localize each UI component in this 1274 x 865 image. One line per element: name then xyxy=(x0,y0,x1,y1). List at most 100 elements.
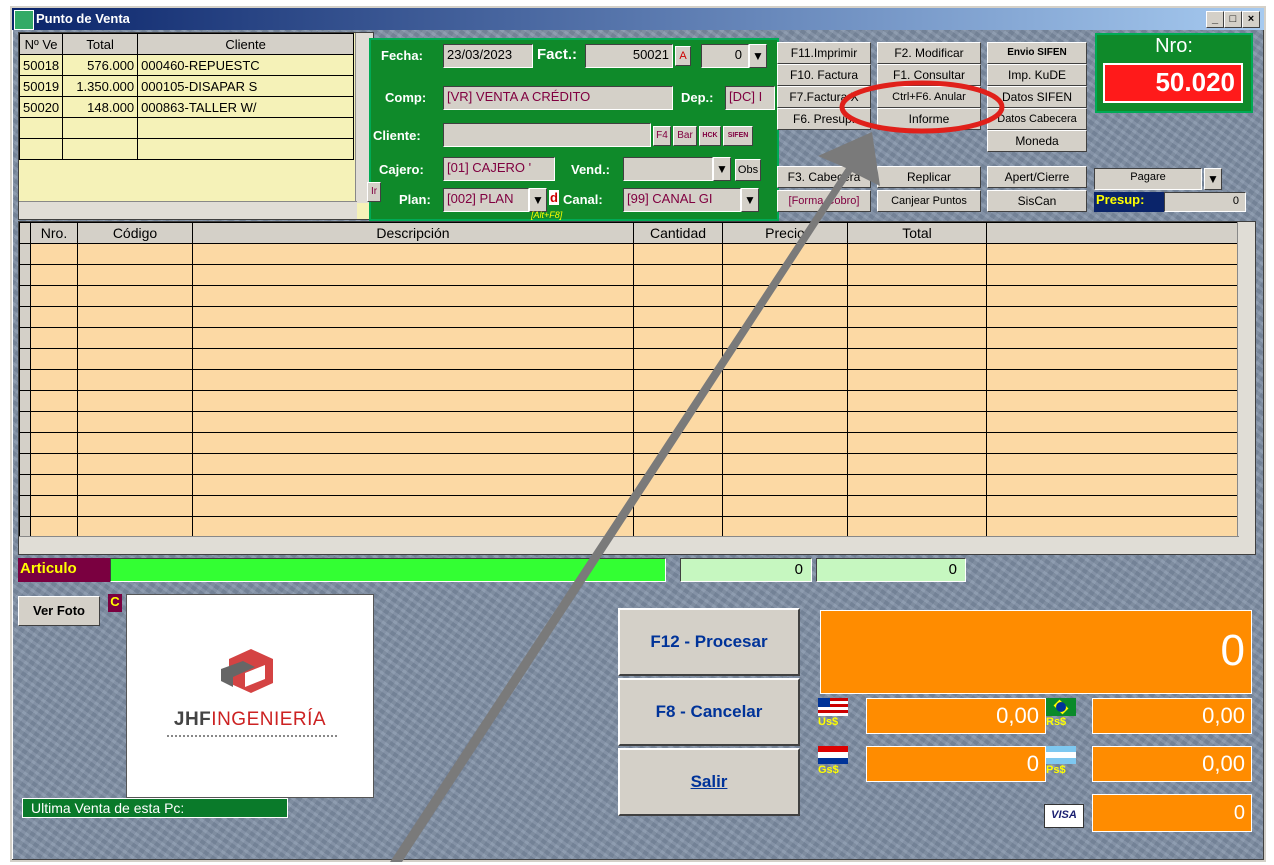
fact-dropdown-icon[interactable]: ▼ xyxy=(749,44,767,68)
table-row[interactable]: 50019 1.350.000 000105-DISAPAR S xyxy=(18,75,354,97)
fact-combo[interactable]: 0 xyxy=(701,44,749,68)
comp-label: Comp: xyxy=(385,90,427,105)
table-row[interactable] xyxy=(19,411,1239,433)
table-row[interactable]: 50020 148.000 000863-TALLER W/ xyxy=(18,96,354,118)
vend-label: Vend.: xyxy=(571,162,611,177)
articulo-input[interactable] xyxy=(110,558,666,582)
cajero-field[interactable]: [01] CAJERO ' xyxy=(443,157,555,181)
table-row[interactable] xyxy=(19,432,1239,454)
f1-consultar-button[interactable]: F1. Consultar xyxy=(877,64,981,86)
table-row[interactable] xyxy=(19,369,1239,391)
apert-cierre-button[interactable]: Apert/Cierre xyxy=(987,166,1087,188)
f7-factura-x-button[interactable]: F7.Factura X xyxy=(777,86,871,108)
table-row[interactable]: 50018 576.000 000460-REPUESTC xyxy=(18,54,354,76)
obs-button[interactable]: Obs xyxy=(735,159,761,181)
cell: 000460-REPUESTC xyxy=(137,54,354,76)
table-row[interactable] xyxy=(19,474,1239,496)
plan-field[interactable]: [002] PLAN xyxy=(443,188,529,212)
datos-cabecera-button[interactable]: Datos Cabecera xyxy=(987,108,1087,130)
col-precio: Precio xyxy=(722,222,848,244)
items-horizontal-scrollbar[interactable] xyxy=(19,536,1239,554)
plan-label: Plan: xyxy=(399,192,431,207)
vend-field[interactable] xyxy=(623,157,713,181)
items-grid[interactable]: Nro. Código Descripción Cantidad Precio … xyxy=(18,221,1256,555)
imp-kude-button[interactable]: Imp. KuDE xyxy=(987,64,1087,86)
f11-imprimir-button[interactable]: F11.Imprimir xyxy=(777,42,871,64)
table-row[interactable] xyxy=(19,495,1239,517)
us-flag-icon: Us$ xyxy=(818,698,864,734)
envio-sifen-button[interactable]: Envio SIFEN xyxy=(987,42,1087,64)
sales-grid[interactable]: Nº Ve Total Cliente 50018 576.000 000460… xyxy=(18,32,374,220)
fecha-field[interactable]: 23/03/2023 xyxy=(443,44,533,68)
ultima-venta-label: Ultima Venta de esta Pc: xyxy=(22,798,288,818)
datos-sifen-button[interactable]: Datos SIFEN xyxy=(987,86,1087,108)
presup-field[interactable]: 0 xyxy=(1164,192,1246,212)
sifen-button[interactable]: SIFEN xyxy=(723,126,753,146)
fact-series-button[interactable]: A xyxy=(675,46,691,66)
ver-foto-button[interactable]: Ver Foto xyxy=(18,596,100,626)
canjear-puntos-button[interactable]: Canjear Puntos xyxy=(877,190,981,212)
siscan-button[interactable]: SisCan xyxy=(987,190,1087,212)
maximize-button[interactable]: □ xyxy=(1224,11,1242,28)
salir-button[interactable]: Salir xyxy=(618,748,800,816)
visa-icon: VISA xyxy=(1044,804,1084,828)
header-form-panel: Fecha: 23/03/2023 Fact.: 50021 A 0 ▼ Com… xyxy=(369,38,779,221)
close-button[interactable]: × xyxy=(1242,11,1260,28)
table-row[interactable] xyxy=(19,306,1239,328)
informe-button[interactable]: Informe xyxy=(877,108,981,130)
col-nro: Nro. xyxy=(30,222,78,244)
logo-text: JHFINGENIERÍA xyxy=(173,709,327,730)
fact-field[interactable]: 50021 xyxy=(585,44,673,68)
hck-button[interactable]: HCK xyxy=(699,126,721,146)
alt-f8-hint: [Alt+F8] xyxy=(531,210,563,220)
title-bar: Punto de Venta _ □ × xyxy=(12,8,1264,30)
col-codigo: Código xyxy=(77,222,193,244)
table-row[interactable] xyxy=(19,453,1239,475)
ir-button[interactable]: Ir xyxy=(367,182,381,202)
canal-label: Canal: xyxy=(563,192,603,207)
cliente-label: Cliente: xyxy=(373,128,421,143)
minimize-button[interactable]: _ xyxy=(1206,11,1224,28)
table-row[interactable] xyxy=(19,243,1239,265)
pagare-field[interactable]: Pagare xyxy=(1094,168,1202,190)
nro-value: 50.020 xyxy=(1103,63,1243,103)
canal-field[interactable]: [99] CANAL GI xyxy=(623,188,741,212)
table-row[interactable] xyxy=(19,390,1239,412)
ctrl-f6-anular-button[interactable]: Ctrl+F6. Anular xyxy=(877,86,981,108)
plan-dropdown-icon[interactable]: ▼ xyxy=(529,188,547,212)
cliente-field[interactable] xyxy=(443,123,651,147)
bar-button[interactable]: Bar xyxy=(673,126,697,146)
table-row[interactable] xyxy=(18,138,354,160)
f3-cabecera-button[interactable]: F3. Cabecera xyxy=(777,166,871,188)
table-row[interactable] xyxy=(19,285,1239,307)
window-title: Punto de Venta xyxy=(36,11,130,26)
table-row[interactable] xyxy=(19,264,1239,286)
pagare-dropdown-icon[interactable]: ▼ xyxy=(1204,168,1222,190)
canal-dropdown-icon[interactable]: ▼ xyxy=(741,188,759,212)
f6-presup-button[interactable]: F6. Presup. xyxy=(777,108,871,130)
horizontal-scrollbar[interactable] xyxy=(19,201,357,219)
cancelar-button[interactable]: F8 - Cancelar xyxy=(618,678,800,746)
ps-label: Ps$ xyxy=(1046,764,1066,776)
table-row[interactable] xyxy=(19,327,1239,349)
total-main-display: 0 xyxy=(820,610,1252,694)
py-flag-icon: Gs$ xyxy=(818,746,864,782)
table-row[interactable] xyxy=(19,348,1239,370)
forma-cobro-button[interactable]: [Forma Cobro] xyxy=(777,190,871,212)
procesar-button[interactable]: F12 - Procesar xyxy=(618,608,800,676)
dep-label: Dep.: xyxy=(681,90,714,105)
f2-modificar-button[interactable]: F2. Modificar xyxy=(877,42,981,64)
articulo-qty[interactable]: 0 xyxy=(680,558,812,582)
f4-button[interactable]: F4 xyxy=(653,126,671,146)
vend-dropdown-icon[interactable]: ▼ xyxy=(713,157,731,181)
f10-factura-button[interactable]: F10. Factura xyxy=(777,64,871,86)
items-vertical-scrollbar[interactable] xyxy=(1237,222,1255,554)
table-row[interactable] xyxy=(19,516,1239,538)
moneda-button[interactable]: Moneda xyxy=(987,130,1087,152)
dep-field[interactable]: [DC] I xyxy=(725,86,775,110)
table-row[interactable] xyxy=(18,117,354,139)
jhf-logo-icon xyxy=(221,649,273,693)
articulo-amount[interactable]: 0 xyxy=(816,558,966,582)
replicar-button[interactable]: Replicar xyxy=(877,166,981,188)
comp-field[interactable]: [VR] VENTA A CRÉDITO xyxy=(443,86,673,110)
